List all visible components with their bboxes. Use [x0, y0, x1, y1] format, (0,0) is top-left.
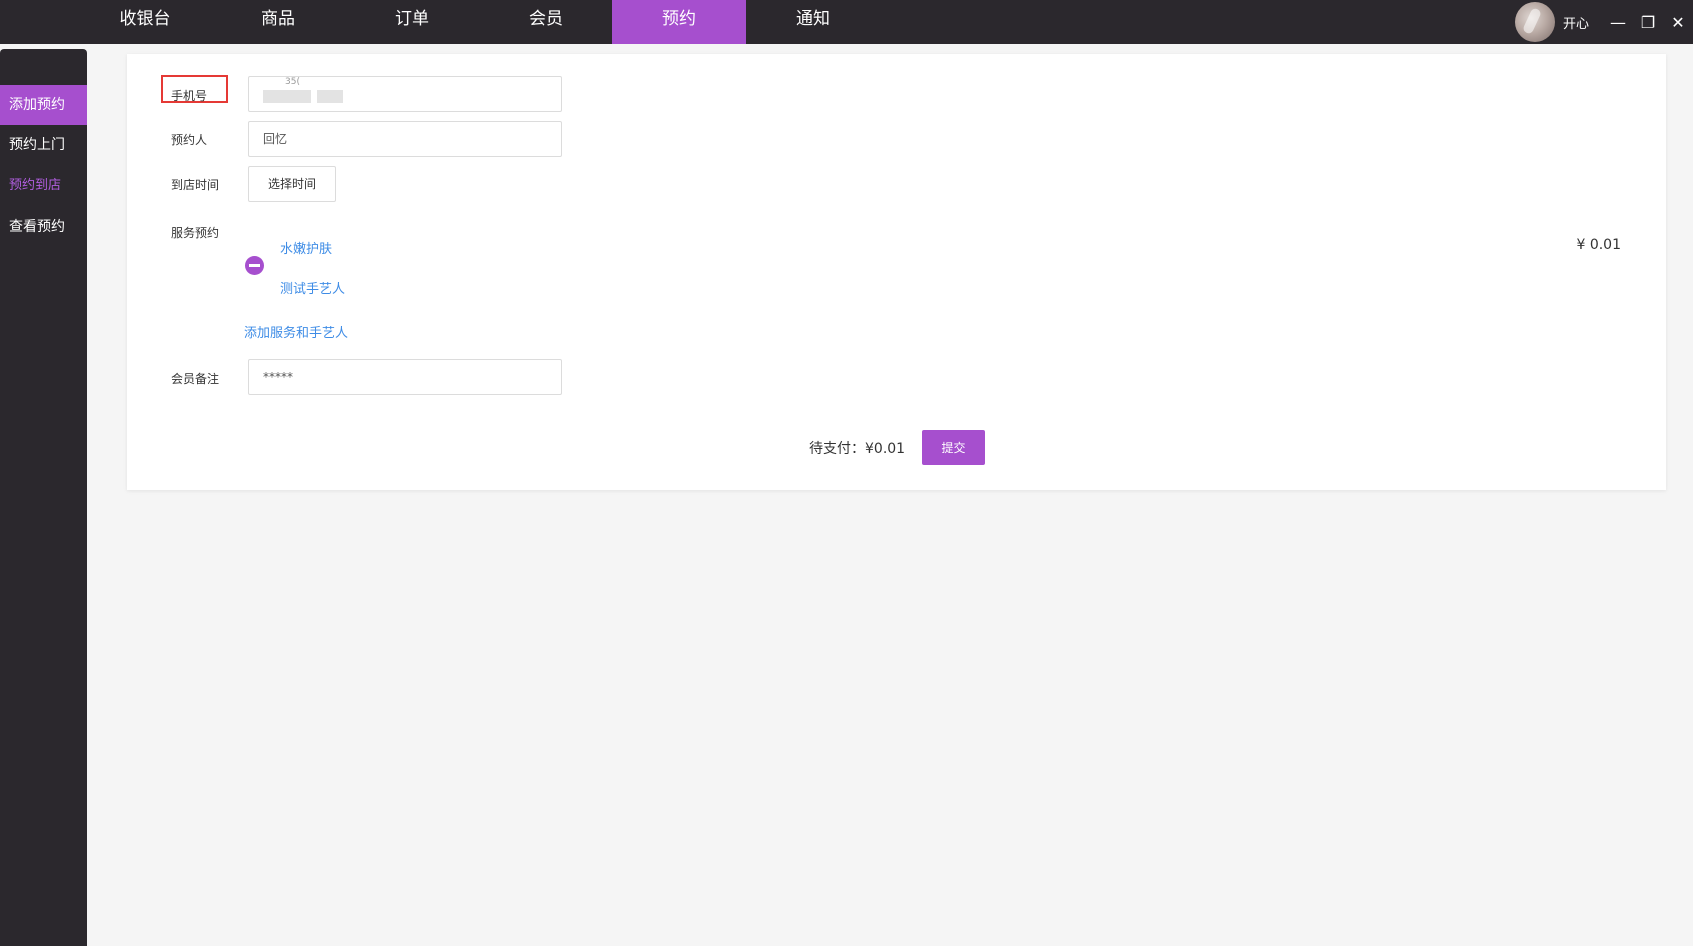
nav-tab-orders[interactable]: 订单	[345, 0, 479, 44]
submit-button[interactable]: 提交	[922, 430, 985, 465]
service-label: 服务预约	[171, 226, 220, 240]
phone-label: 手机号	[171, 89, 208, 103]
user-area: 开心 — ❐ ✕	[1514, 0, 1693, 44]
note-input[interactable]: *****	[248, 359, 562, 395]
sidebar: 添加预约 预约上门 预约到店 查看预约	[0, 49, 87, 946]
nav-tab-cashier[interactable]: 收银台	[78, 0, 212, 44]
sidebar-item-home-visit[interactable]: 预约上门	[0, 125, 87, 165]
sidebar-item-add-appointment[interactable]: 添加预约	[0, 85, 87, 125]
close-icon[interactable]: ✕	[1663, 4, 1693, 40]
appointment-form-card: 手机号 35( 预约人 回忆 到店时间 选择时间 服务预约 水嫩护肤 测试手艺人…	[127, 54, 1666, 490]
remove-service-icon[interactable]	[245, 256, 264, 275]
booker-input[interactable]: 回忆	[248, 121, 562, 157]
sidebar-item-store-visit[interactable]: 预约到店	[0, 166, 87, 206]
top-nav-bar: 收银台 商品 订单 会员 预约 通知 开心 — ❐ ✕	[0, 0, 1693, 44]
booker-label: 预约人	[171, 133, 208, 147]
service-price: ¥ 0.01	[1576, 237, 1621, 253]
nav-tab-members[interactable]: 会员	[479, 0, 613, 44]
add-service-link[interactable]: 添加服务和手艺人	[244, 322, 348, 341]
phone-value-partial: 35(	[285, 77, 300, 87]
sidebar-item-view-appointments[interactable]: 查看预约	[0, 207, 87, 247]
artisan-name-link[interactable]: 测试手艺人	[280, 278, 345, 297]
phone-input[interactable]: 35(	[248, 76, 562, 112]
arrival-time-label: 到店时间	[171, 178, 220, 192]
pending-payment-text: 待支付：¥0.01	[809, 441, 906, 457]
nav-tab-appointments[interactable]: 预约	[612, 0, 746, 44]
note-label: 会员备注	[171, 372, 220, 386]
nav-tab-notifications[interactable]: 通知	[746, 0, 880, 44]
username[interactable]: 开心	[1563, 13, 1589, 32]
select-time-button[interactable]: 选择时间	[248, 166, 336, 202]
minimize-icon[interactable]: —	[1603, 4, 1633, 40]
nav-tab-products[interactable]: 商品	[211, 0, 345, 44]
phone-value-masked-2	[317, 90, 343, 103]
avatar[interactable]	[1514, 2, 1555, 42]
restore-icon[interactable]: ❐	[1633, 4, 1663, 40]
service-name-link[interactable]: 水嫩护肤	[280, 238, 332, 257]
